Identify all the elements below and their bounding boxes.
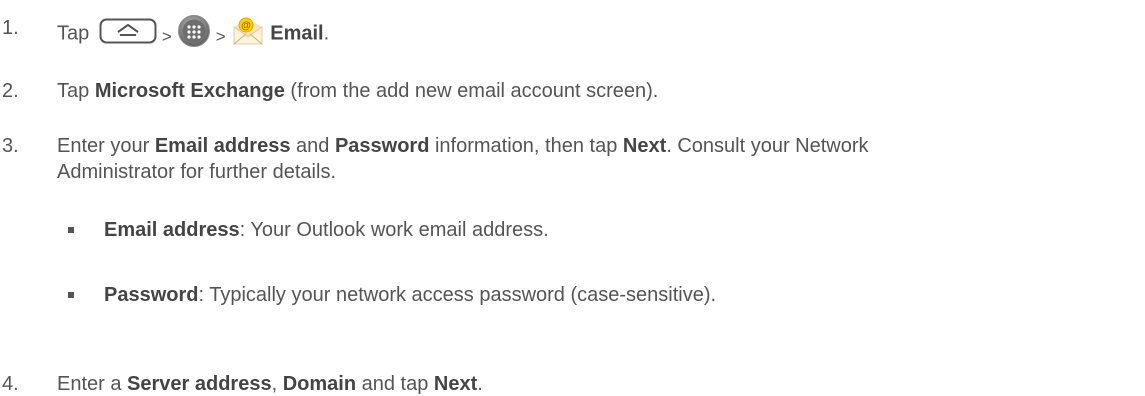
step-text: Enter a Server address, Domain and tap N…: [57, 373, 483, 395]
step-number: 1.: [2, 17, 19, 39]
email-app-icon: @: [231, 15, 265, 53]
step-number: 3.: [2, 135, 19, 157]
email-label: Email: [270, 22, 324, 45]
step-number: 2.: [2, 80, 19, 102]
tap-word: Tap: [57, 22, 90, 45]
step-text: Tap > > @ Email.: [57, 14, 329, 54]
bullet-icon: [68, 292, 74, 298]
home-key-icon: [99, 18, 157, 50]
svg-text:@: @: [241, 21, 251, 32]
bullet-icon: [68, 227, 74, 233]
separator: >: [215, 27, 226, 47]
step-number: 4.: [2, 373, 19, 395]
apps-icon: [177, 14, 211, 54]
step-text: Enter your Email address and Password in…: [57, 135, 869, 157]
separator: >: [161, 27, 172, 47]
bullet-text: Email address: Your Outlook work email a…: [104, 219, 549, 241]
bullet-text: Password: Typically your network access …: [104, 284, 717, 306]
step-text: Tap Microsoft Exchange (from the add new…: [57, 80, 659, 102]
instruction-list: 1. Tap > > @ Email. 2. Tap Microsoft Exc…: [0, 0, 1145, 395]
